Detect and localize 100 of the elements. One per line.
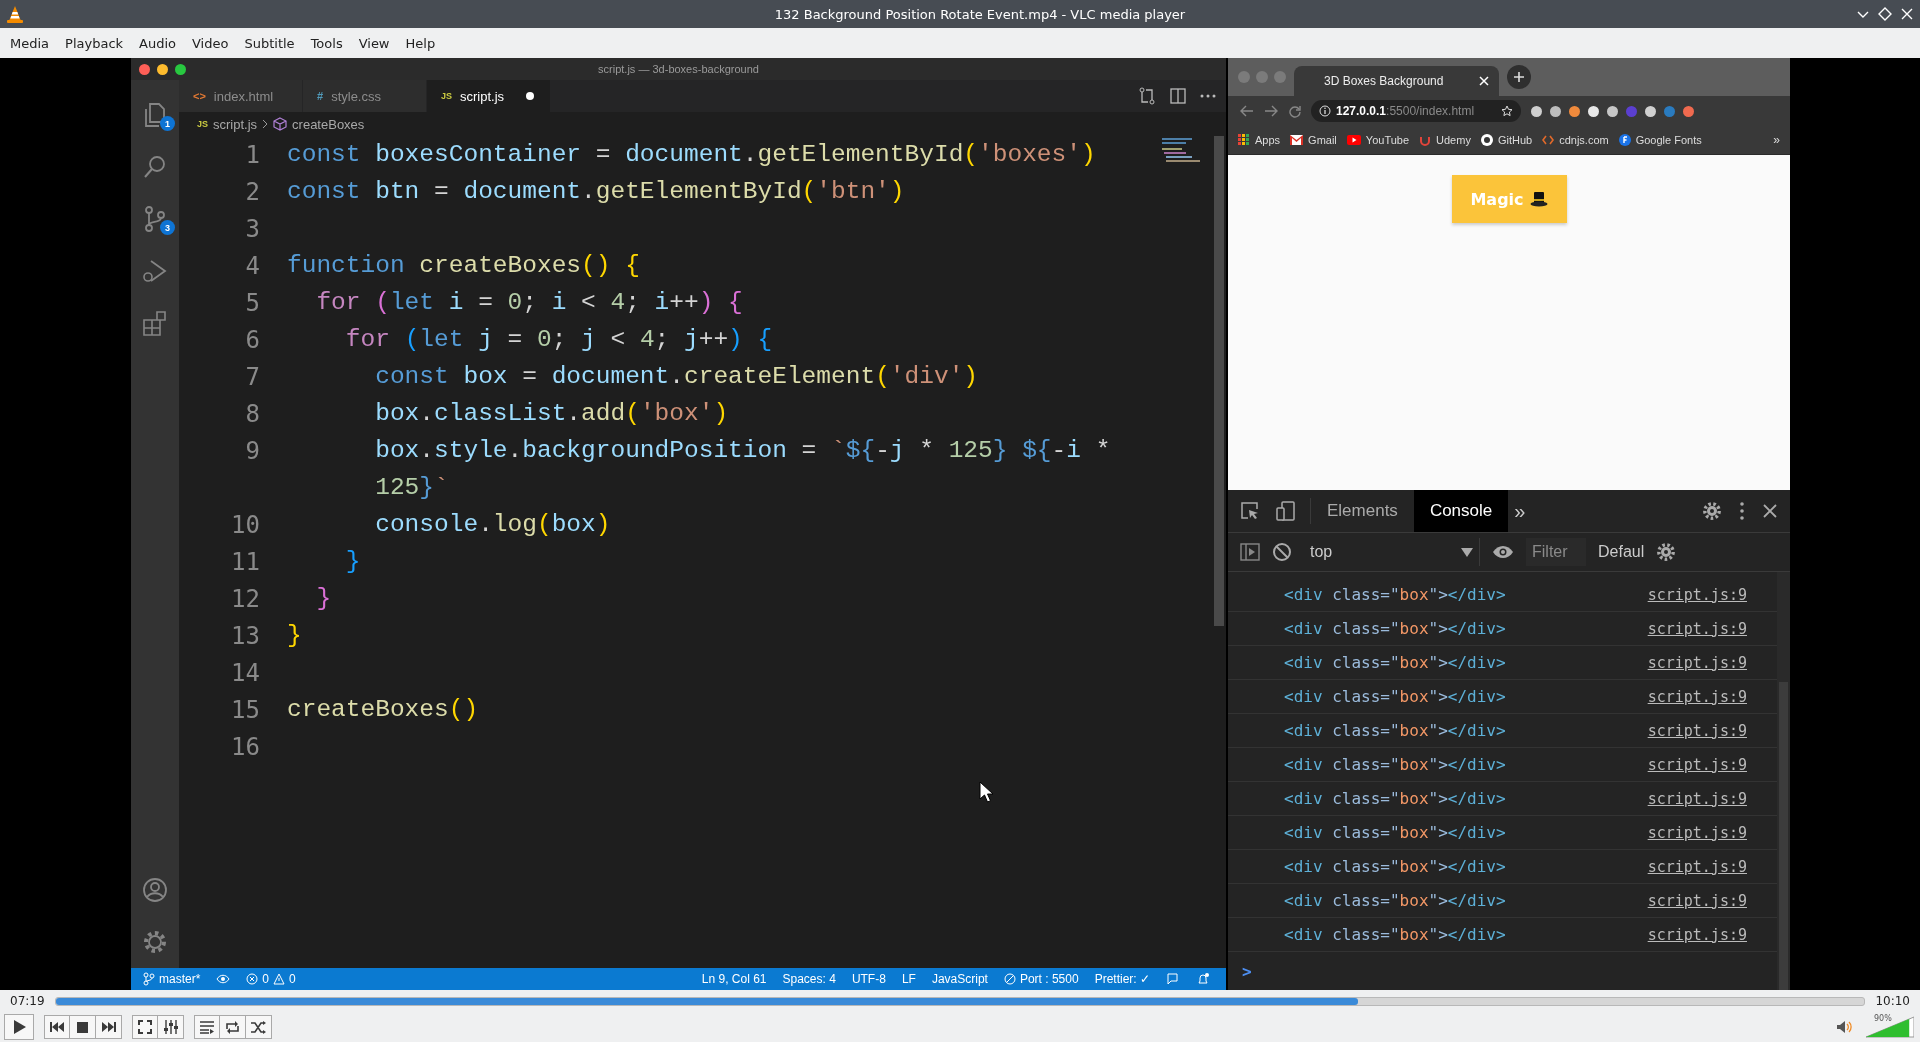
source-link[interactable]: script.js:9 [1647,755,1747,774]
kebab-icon[interactable] [1740,502,1744,520]
menu-item[interactable]: Tools [302,31,351,55]
shuffle-button[interactable] [246,1015,272,1039]
extension-icon[interactable] [1645,105,1656,117]
extension-icon[interactable] [1531,105,1542,117]
status-item[interactable]: JavaScript [931,972,988,986]
settings-icon[interactable] [141,928,169,956]
previous-button[interactable] [44,1015,70,1039]
sidebar-icon[interactable] [1240,543,1260,561]
settings-icon[interactable] [1702,501,1722,521]
menu-item[interactable]: Playback [57,31,132,55]
source-link[interactable]: script.js:9 [1647,925,1747,944]
bookmark[interactable]: Google Fonts [1618,134,1702,146]
menu-item[interactable]: Media [2,31,58,55]
playlist-button[interactable] [194,1015,220,1039]
eye-icon[interactable] [1492,545,1514,559]
address-bar[interactable]: 127.0.0.1:5500/index.html [1311,100,1521,122]
run-debug-icon[interactable] [141,257,169,285]
breadcrumb-item[interactable]: createBoxes [292,116,365,132]
close-icon[interactable] [1762,503,1778,519]
compare-icon[interactable] [1138,87,1156,105]
bookmark[interactable]: GitHub [1480,134,1533,146]
menu-item[interactable]: Video [184,31,237,55]
status-item[interactable]: Spaces: 4 [782,972,836,986]
speaker-icon[interactable] [1836,1020,1852,1034]
bookmark[interactable]: cdnjs.com [1542,134,1609,146]
error-count[interactable]: 0 [262,972,270,986]
bell-icon[interactable] [1196,972,1210,986]
source-link[interactable]: script.js:9 [1647,891,1747,910]
extended-button[interactable] [158,1015,184,1039]
inspect-icon[interactable] [1240,501,1260,521]
clear-console-icon[interactable] [1272,542,1292,562]
forward-icon[interactable] [1264,105,1278,117]
extension-icon[interactable] [1588,105,1599,117]
device-icon[interactable] [1276,501,1296,521]
log-levels-dropdown[interactable]: Defaul [1598,543,1645,561]
source-link[interactable]: script.js:9 [1647,653,1747,672]
volume-slider[interactable]: 90% [1866,1016,1914,1038]
source-link[interactable]: script.js:9 [1647,687,1747,706]
status-item[interactable]: LF [901,972,916,986]
breadcrumb-item[interactable]: script.js [213,116,258,132]
star-icon[interactable] [1501,105,1513,117]
devtools-tab[interactable]: Elements [1311,490,1414,532]
status-item[interactable]: Ln 9, Col 61 [701,972,767,986]
zoom-light[interactable] [175,63,186,75]
back-icon[interactable] [1240,105,1254,117]
loop-button[interactable] [220,1015,246,1039]
branch-name[interactable]: master* [159,972,201,986]
minimize-light[interactable] [157,63,168,75]
reload-icon[interactable] [1288,104,1301,118]
next-button[interactable] [96,1015,122,1039]
console-prompt[interactable]: > [1242,962,1252,981]
settings-icon[interactable] [1656,542,1677,562]
source-link[interactable]: script.js:9 [1647,721,1747,740]
more-tabs[interactable]: » [1508,490,1526,532]
scrollbar-thumb[interactable] [1779,682,1788,990]
browser-tab[interactable]: 3D Boxes Background [1294,66,1499,96]
extension-icon[interactable] [1683,105,1694,117]
extension-icon[interactable] [1569,105,1580,117]
extension-icon[interactable] [1550,105,1561,117]
editor-tab[interactable]: # style.css [303,80,427,112]
bookmark[interactable]: Udemy [1419,134,1471,146]
play-button[interactable] [4,1014,34,1040]
warning-count[interactable]: 0 [289,972,296,986]
source-link[interactable]: script.js:9 [1647,585,1747,604]
more-icon[interactable] [1200,94,1216,98]
split-editor-icon[interactable] [1170,88,1186,104]
eye-icon[interactable] [216,974,231,984]
source-link[interactable]: script.js:9 [1647,789,1747,808]
source-link[interactable]: script.js:9 [1647,857,1747,876]
extension-icon[interactable] [1607,105,1618,117]
new-tab-button[interactable] [1507,65,1531,89]
stop-button[interactable] [70,1015,96,1039]
extensions-icon[interactable] [141,309,169,337]
seek-bar[interactable] [54,996,1866,1006]
filter-field[interactable]: Filter [1526,538,1586,566]
bookmark[interactable]: Apps [1238,134,1281,146]
menu-item[interactable]: Subtitle [236,31,303,55]
source-link[interactable]: script.js:9 [1647,823,1747,842]
bookmark[interactable]: YouTube [1346,134,1410,146]
port-status[interactable]: Port : 5500 [1019,972,1079,986]
maximize-icon[interactable] [1878,7,1892,21]
status-item[interactable]: UTF-8 [851,972,886,986]
more-bookmarks[interactable]: » [1773,133,1780,147]
source-link[interactable]: script.js:9 [1647,619,1747,638]
scrollbar-thumb[interactable] [1214,136,1224,626]
context-dropdown[interactable]: top [1304,538,1480,566]
menu-item[interactable]: View [350,31,398,55]
status-item[interactable]: Prettier: ✓ [1094,972,1150,986]
close-light[interactable] [139,63,150,75]
feedback-icon[interactable] [1166,972,1180,986]
menu-item[interactable]: Help [397,31,444,55]
menu-item[interactable]: Audio [131,31,184,55]
editor-tab[interactable]: <> index.html [179,80,303,112]
bookmark[interactable]: Gmail [1290,134,1337,146]
fullscreen-button[interactable] [132,1015,158,1039]
devtools-tab[interactable]: Console [1413,490,1509,532]
account-icon[interactable] [141,876,169,904]
editor-tab[interactable]: JS script.js [427,80,551,112]
